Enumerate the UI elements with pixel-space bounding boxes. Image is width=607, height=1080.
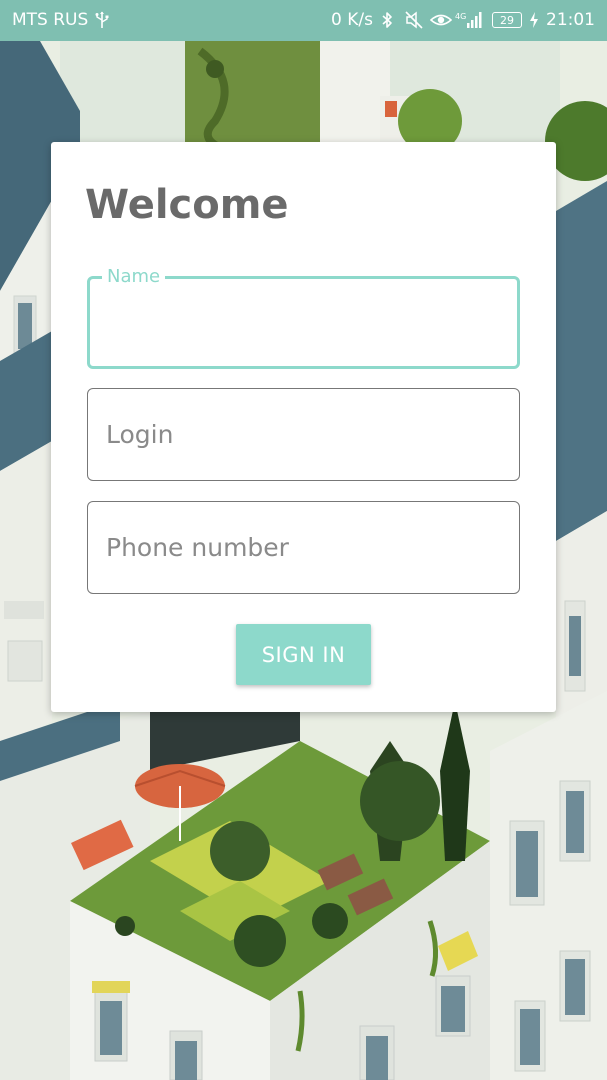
sign-in-card: Welcome Name SIGN IN (51, 142, 556, 712)
clock: 21:01 (546, 10, 595, 30)
mute-icon (405, 11, 423, 29)
sign-in-button[interactable]: SIGN IN (236, 624, 371, 685)
name-field[interactable]: Name (87, 266, 520, 369)
charging-icon (529, 11, 539, 29)
phone-input[interactable] (88, 502, 519, 593)
network-speed: 0 K/s (331, 10, 373, 30)
status-bar-left: MTS RUS (12, 10, 112, 30)
carrier-name: MTS RUS (12, 10, 89, 30)
phone-field[interactable] (87, 501, 520, 594)
status-bar: MTS RUS 0 K/s 4G 29 21:01 (0, 0, 607, 41)
name-input[interactable] (90, 279, 517, 366)
status-bar-right: 0 K/s 4G 29 21:01 (331, 10, 595, 30)
battery-icon: 29 (492, 12, 522, 28)
network-type-label: 4G (455, 12, 466, 21)
battery-level: 29 (500, 13, 514, 27)
welcome-title: Welcome (85, 182, 289, 228)
usb-icon (94, 11, 112, 29)
signal-icon: 4G (455, 11, 485, 29)
login-field[interactable] (87, 388, 520, 481)
bluetooth-icon (380, 11, 398, 29)
eye-icon (429, 11, 453, 29)
login-input[interactable] (88, 389, 519, 480)
